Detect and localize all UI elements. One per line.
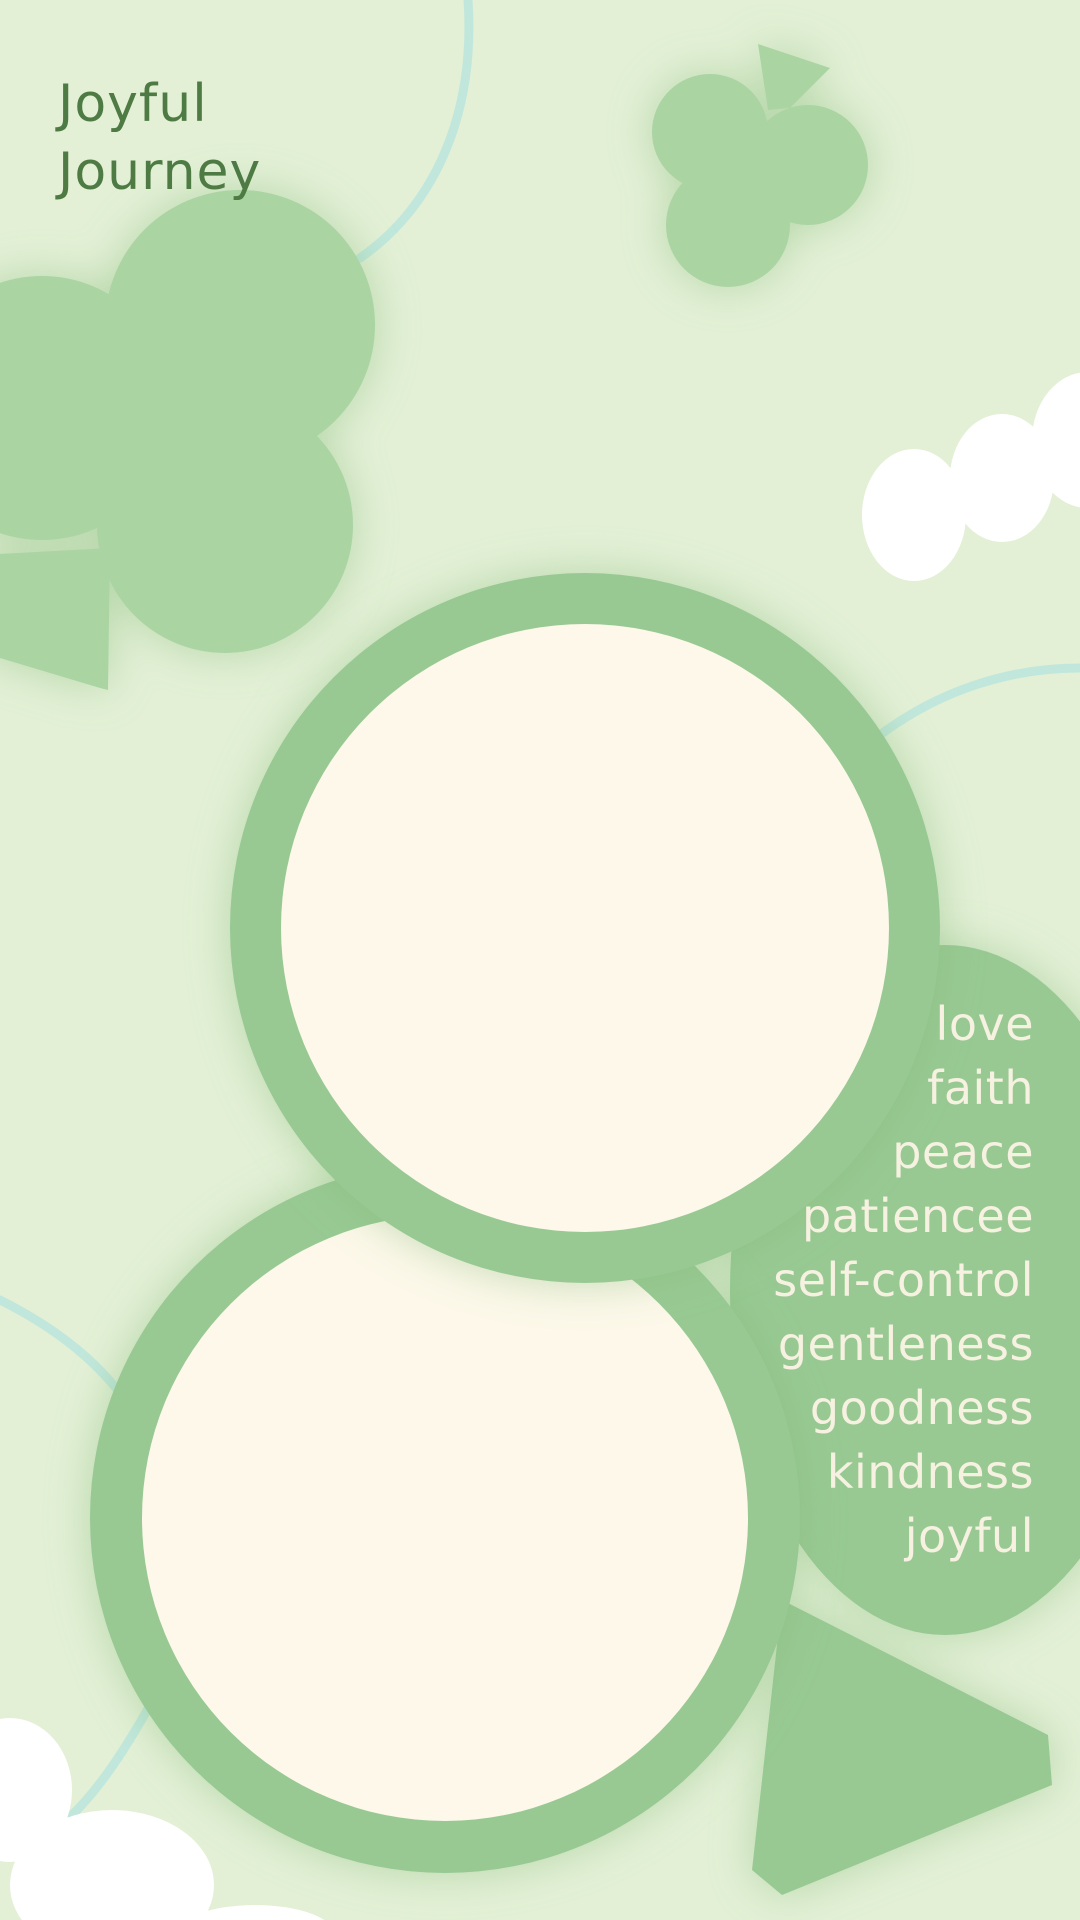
title-line-2: Journey bbox=[58, 142, 262, 202]
curve-left bbox=[0, 1295, 130, 1405]
page-title: Joyful Journey bbox=[58, 70, 261, 206]
virtue-gentleness: gentleness bbox=[777, 1317, 1034, 1371]
virtue-patience: patiencee bbox=[801, 1189, 1034, 1243]
poster-canvas: Joyful Journey love faith peace patience… bbox=[0, 0, 1080, 1920]
virtue-faith: faith bbox=[927, 1061, 1034, 1115]
title-line-1: Joyful bbox=[58, 74, 208, 134]
curve-bottom bbox=[67, 1700, 155, 1820]
clover-icon bbox=[0, 190, 375, 690]
curve-top bbox=[355, 0, 474, 263]
virtue-goodness: goodness bbox=[809, 1381, 1034, 1435]
virtue-list: love faith peace patiencee self-control … bbox=[614, 992, 1034, 1568]
virtue-love: love bbox=[935, 997, 1034, 1051]
virtue-kindness: kindness bbox=[826, 1445, 1034, 1499]
background-artwork bbox=[0, 0, 1080, 1920]
virtue-self-control: self-control bbox=[773, 1253, 1034, 1307]
cloud-icon bbox=[862, 372, 1080, 581]
virtue-peace: peace bbox=[892, 1125, 1034, 1179]
virtue-joyful: joyful bbox=[904, 1509, 1034, 1563]
curve-right bbox=[875, 663, 1080, 740]
clover-icon bbox=[652, 44, 868, 287]
